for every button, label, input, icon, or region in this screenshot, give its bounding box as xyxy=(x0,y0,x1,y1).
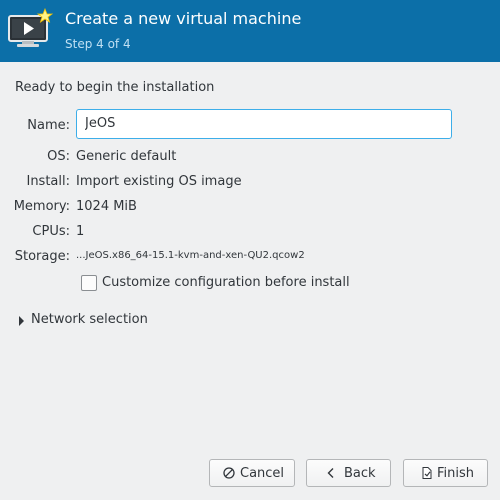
storage-value: ...JeOS.x86_64-15.1-kvm-and-xen-QU2.qcow… xyxy=(76,250,305,261)
memory-value: 1024 MiB xyxy=(76,199,137,214)
cancel-label: Cancel xyxy=(240,466,285,481)
customize-config-label[interactable]: Customize configuration before install xyxy=(102,275,350,290)
wizard-title: Create a new virtual machine xyxy=(65,9,302,28)
virtual-machine-new-icon xyxy=(6,7,54,52)
install-label: Install: xyxy=(26,174,70,189)
storage-label: Storage: xyxy=(14,249,70,264)
cancel-icon xyxy=(223,467,235,479)
os-label: OS: xyxy=(47,149,70,164)
os-value: Generic default xyxy=(76,149,177,164)
back-button[interactable]: Back xyxy=(306,459,391,487)
wizard-step-indicator: Step 4 of 4 xyxy=(65,37,131,51)
finish-icon xyxy=(421,467,433,479)
name-input[interactable] xyxy=(76,109,452,139)
install-value: Import existing OS image xyxy=(76,174,242,189)
expander-arrow-icon[interactable] xyxy=(17,315,27,326)
finish-label: Finish xyxy=(437,466,475,481)
cancel-button[interactable]: Cancel xyxy=(209,459,295,487)
wizard-header: Create a new virtual machine Step 4 of 4 xyxy=(0,0,500,62)
back-label: Back xyxy=(344,466,376,481)
chevron-left-icon xyxy=(325,467,337,479)
new-vm-wizard-window: Create a new virtual machine Step 4 of 4… xyxy=(0,0,500,500)
wizard-content: Ready to begin the installation Name: OS… xyxy=(0,72,500,452)
customize-config-checkbox[interactable] xyxy=(81,275,97,291)
network-selection-label[interactable]: Network selection xyxy=(31,312,148,327)
cpus-label: CPUs: xyxy=(32,224,70,239)
memory-label: Memory: xyxy=(13,199,70,214)
intro-text: Ready to begin the installation xyxy=(15,80,215,95)
name-label: Name: xyxy=(27,118,70,133)
cpus-value: 1 xyxy=(76,224,85,239)
finish-button[interactable]: Finish xyxy=(403,459,488,487)
